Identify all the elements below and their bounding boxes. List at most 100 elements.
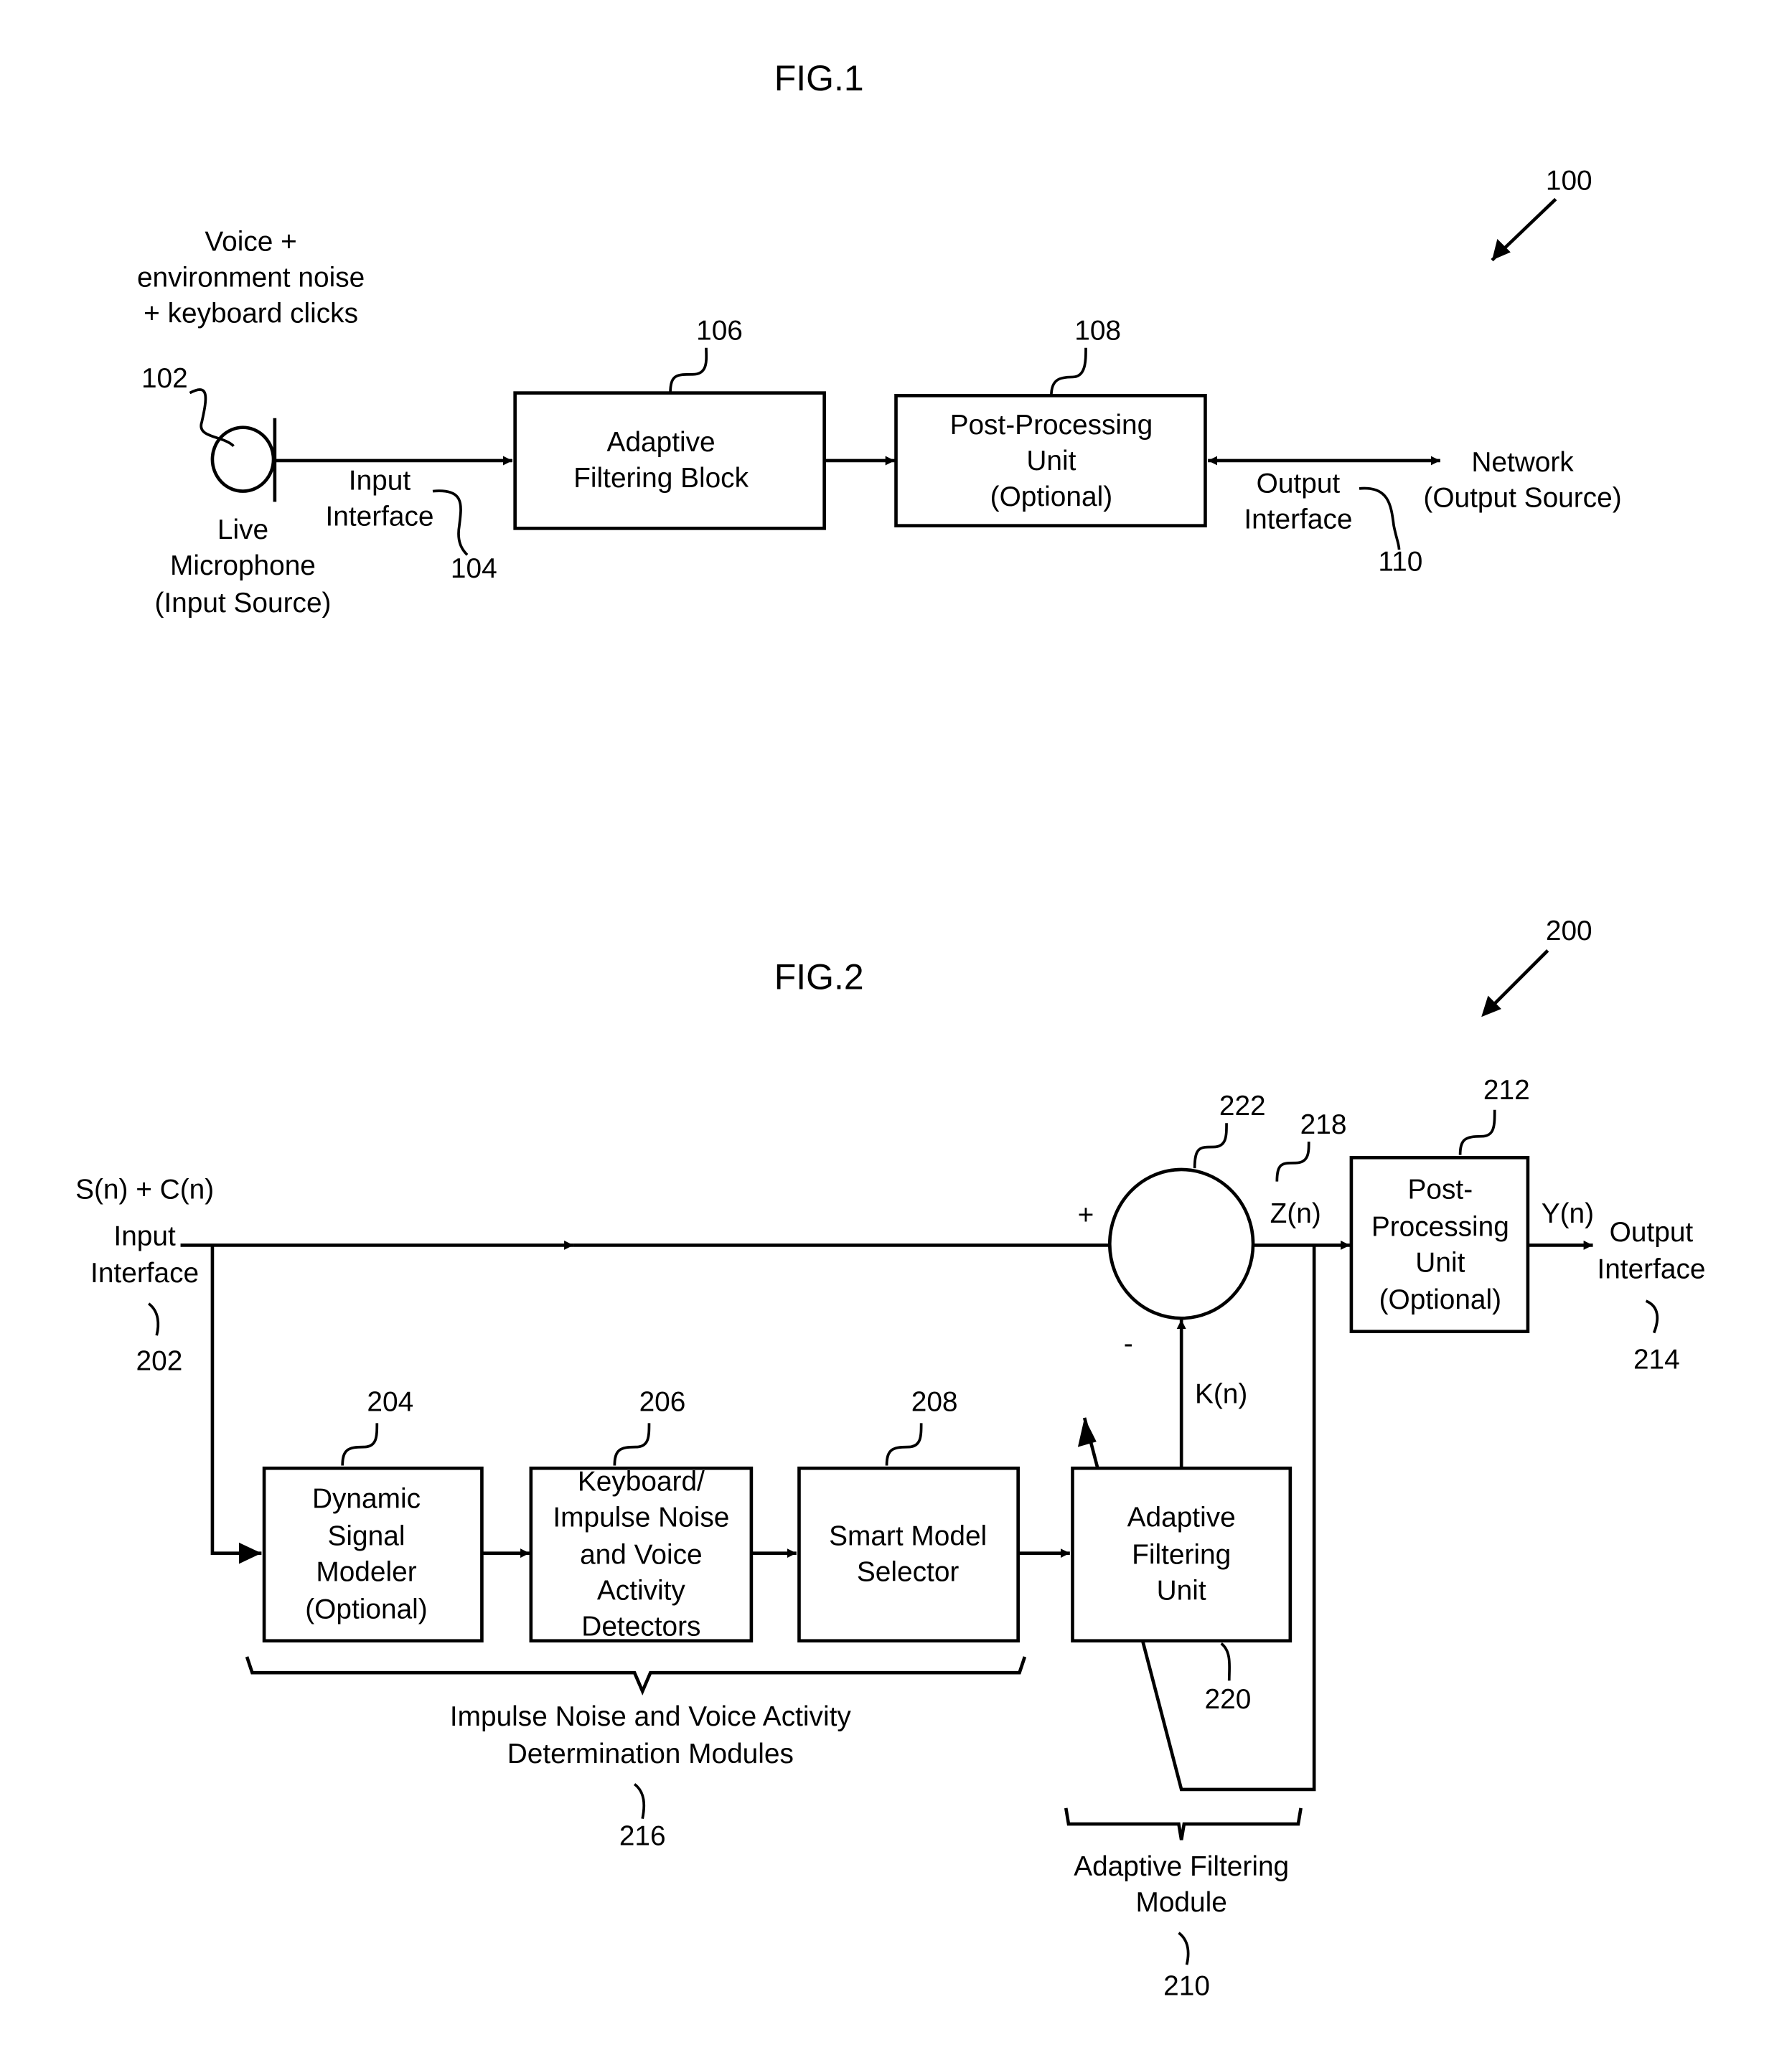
- ref-202: 202: [136, 1345, 183, 1376]
- output-interface-label: Output Interface: [1244, 468, 1352, 535]
- ref-208: 208: [911, 1387, 958, 1418]
- svg-text:Dynamic: Dynamic: [312, 1484, 421, 1515]
- svg-text:Detectors: Detectors: [581, 1611, 700, 1642]
- bracket-210: [1064, 1807, 1303, 1840]
- svg-text:Signal: Signal: [328, 1521, 405, 1552]
- fig1-overall-arrowhead: [1491, 239, 1511, 260]
- bracket-216: [245, 1656, 1027, 1696]
- summer-plus: +: [1078, 1200, 1094, 1231]
- svg-text:Impulse Noise and Voice Activi: Impulse Noise and Voice Activity: [450, 1701, 851, 1732]
- ref-210: 210: [1163, 1971, 1210, 2002]
- branch-line: [210, 1245, 262, 1555]
- svg-text:Live: Live: [217, 514, 268, 545]
- svg-text:Processing: Processing: [1371, 1211, 1509, 1242]
- ref-102: 102: [141, 363, 188, 394]
- svg-text:Impulse Noise: Impulse Noise: [553, 1503, 729, 1533]
- svg-text:Adaptive Filtering: Adaptive Filtering: [1074, 1851, 1289, 1882]
- svg-text:Activity: Activity: [597, 1575, 686, 1606]
- svg-text:(Input Source): (Input Source): [154, 588, 331, 619]
- summer-circle: [1107, 1167, 1255, 1320]
- svg-text:Module: Module: [1135, 1887, 1226, 1918]
- svg-text:environment noise: environment noise: [137, 263, 365, 293]
- fig2-title: FIG.2: [774, 956, 864, 997]
- ref-220: 220: [1205, 1684, 1252, 1715]
- microphone-icon: [210, 418, 277, 502]
- y-signal-label: Y(n): [1542, 1198, 1594, 1229]
- ref-110: 110: [1378, 547, 1422, 578]
- svg-text:Interface: Interface: [1597, 1254, 1705, 1285]
- ref-206: 206: [639, 1387, 686, 1418]
- svg-text:Modeler: Modeler: [316, 1556, 416, 1587]
- svg-text:Unit: Unit: [1026, 446, 1076, 476]
- ref-104: 104: [451, 553, 497, 584]
- ref-218: 218: [1300, 1109, 1347, 1140]
- leader-206: [613, 1423, 651, 1466]
- network-label: Network (Output Source): [1423, 447, 1621, 514]
- svg-text:Adaptive: Adaptive: [1127, 1503, 1236, 1533]
- adaptive-filtering-block: [513, 391, 826, 530]
- ref-222: 222: [1219, 1091, 1266, 1121]
- adaptive-filtering-module-label: Adaptive Filtering Module: [1074, 1851, 1289, 1918]
- svg-text:Output: Output: [1257, 468, 1341, 499]
- svg-text:+ keyboard clicks: + keyboard clicks: [144, 298, 358, 329]
- svg-text:Post-Processing: Post-Processing: [950, 410, 1153, 441]
- z-signal-label: Z(n): [1270, 1198, 1321, 1229]
- leader-108: [1050, 347, 1087, 396]
- svg-text:Voice +: Voice +: [205, 227, 296, 258]
- branch-arrowhead: [238, 1542, 262, 1564]
- svg-text:Input: Input: [349, 466, 411, 497]
- svg-text:Post-: Post-: [1408, 1175, 1473, 1205]
- smart-model-selector: [797, 1466, 1020, 1643]
- svg-text:and Voice: and Voice: [580, 1539, 703, 1570]
- source-caption: Voice + environment noise + keyboard cli…: [137, 227, 365, 329]
- leader-104: [432, 489, 469, 556]
- svg-text:Microphone: Microphone: [170, 550, 316, 581]
- leader-110: [1359, 486, 1401, 550]
- leader-216: [633, 1783, 646, 1820]
- input-signal-label: S(n) + C(n): [75, 1175, 214, 1205]
- fig2-input-interface-label: Input Interface: [90, 1221, 199, 1289]
- determination-modules-label: Impulse Noise and Voice Activity Determi…: [450, 1701, 851, 1769]
- leader-204: [341, 1423, 379, 1466]
- svg-text:Interface: Interface: [325, 502, 433, 532]
- svg-text:Unit: Unit: [1415, 1247, 1465, 1278]
- svg-text:Input: Input: [113, 1221, 176, 1251]
- svg-text:Keyboard/: Keyboard/: [578, 1467, 705, 1497]
- ref-108: 108: [1074, 316, 1121, 347]
- k-signal-label: K(n): [1195, 1379, 1247, 1410]
- microphone-label: Live Microphone (Input Source): [154, 514, 331, 619]
- input-interface-label: Input Interface: [325, 466, 433, 532]
- fig1-ref-100: 100: [1546, 166, 1592, 197]
- svg-text:(Optional): (Optional): [1379, 1284, 1501, 1315]
- figure-1: FIG.1 100 Voice + environment noise + ke…: [137, 58, 1622, 619]
- leader-102: [189, 388, 235, 448]
- leader-222: [1193, 1123, 1228, 1169]
- svg-text:Interface: Interface: [1244, 504, 1352, 535]
- svg-text:(Optional): (Optional): [305, 1594, 427, 1624]
- svg-text:(Output Source): (Output Source): [1423, 483, 1621, 514]
- leader-214: [1645, 1299, 1659, 1334]
- figure-2: FIG.2 200 S(n) + C(n) Input Interface 20…: [75, 916, 1705, 2002]
- fig1-title: FIG.1: [774, 58, 864, 98]
- svg-text:Filtering Block: Filtering Block: [573, 463, 749, 494]
- ref-212: 212: [1483, 1075, 1530, 1106]
- leader-208: [885, 1423, 923, 1466]
- leader-212: [1458, 1109, 1496, 1155]
- leader-202: [147, 1302, 160, 1336]
- ref-106: 106: [696, 316, 743, 347]
- svg-text:(Optional): (Optional): [990, 481, 1112, 512]
- svg-text:Unit: Unit: [1157, 1575, 1206, 1606]
- svg-text:Output: Output: [1610, 1217, 1694, 1248]
- svg-text:Selector: Selector: [857, 1556, 959, 1587]
- svg-text:Interface: Interface: [90, 1258, 199, 1289]
- svg-text:Smart Model: Smart Model: [829, 1521, 987, 1552]
- ref-204: 204: [367, 1387, 413, 1418]
- ref-216: 216: [619, 1821, 666, 1852]
- patent-drawing: FIG.1 100 Voice + environment noise + ke…: [75, 58, 1705, 2002]
- leader-218: [1275, 1142, 1310, 1182]
- fig2-output-interface-label: Output Interface: [1597, 1217, 1705, 1285]
- leader-106: [669, 347, 708, 393]
- svg-text:Filtering: Filtering: [1132, 1539, 1231, 1570]
- svg-text:Network: Network: [1471, 447, 1574, 478]
- svg-text:Adaptive: Adaptive: [607, 427, 716, 458]
